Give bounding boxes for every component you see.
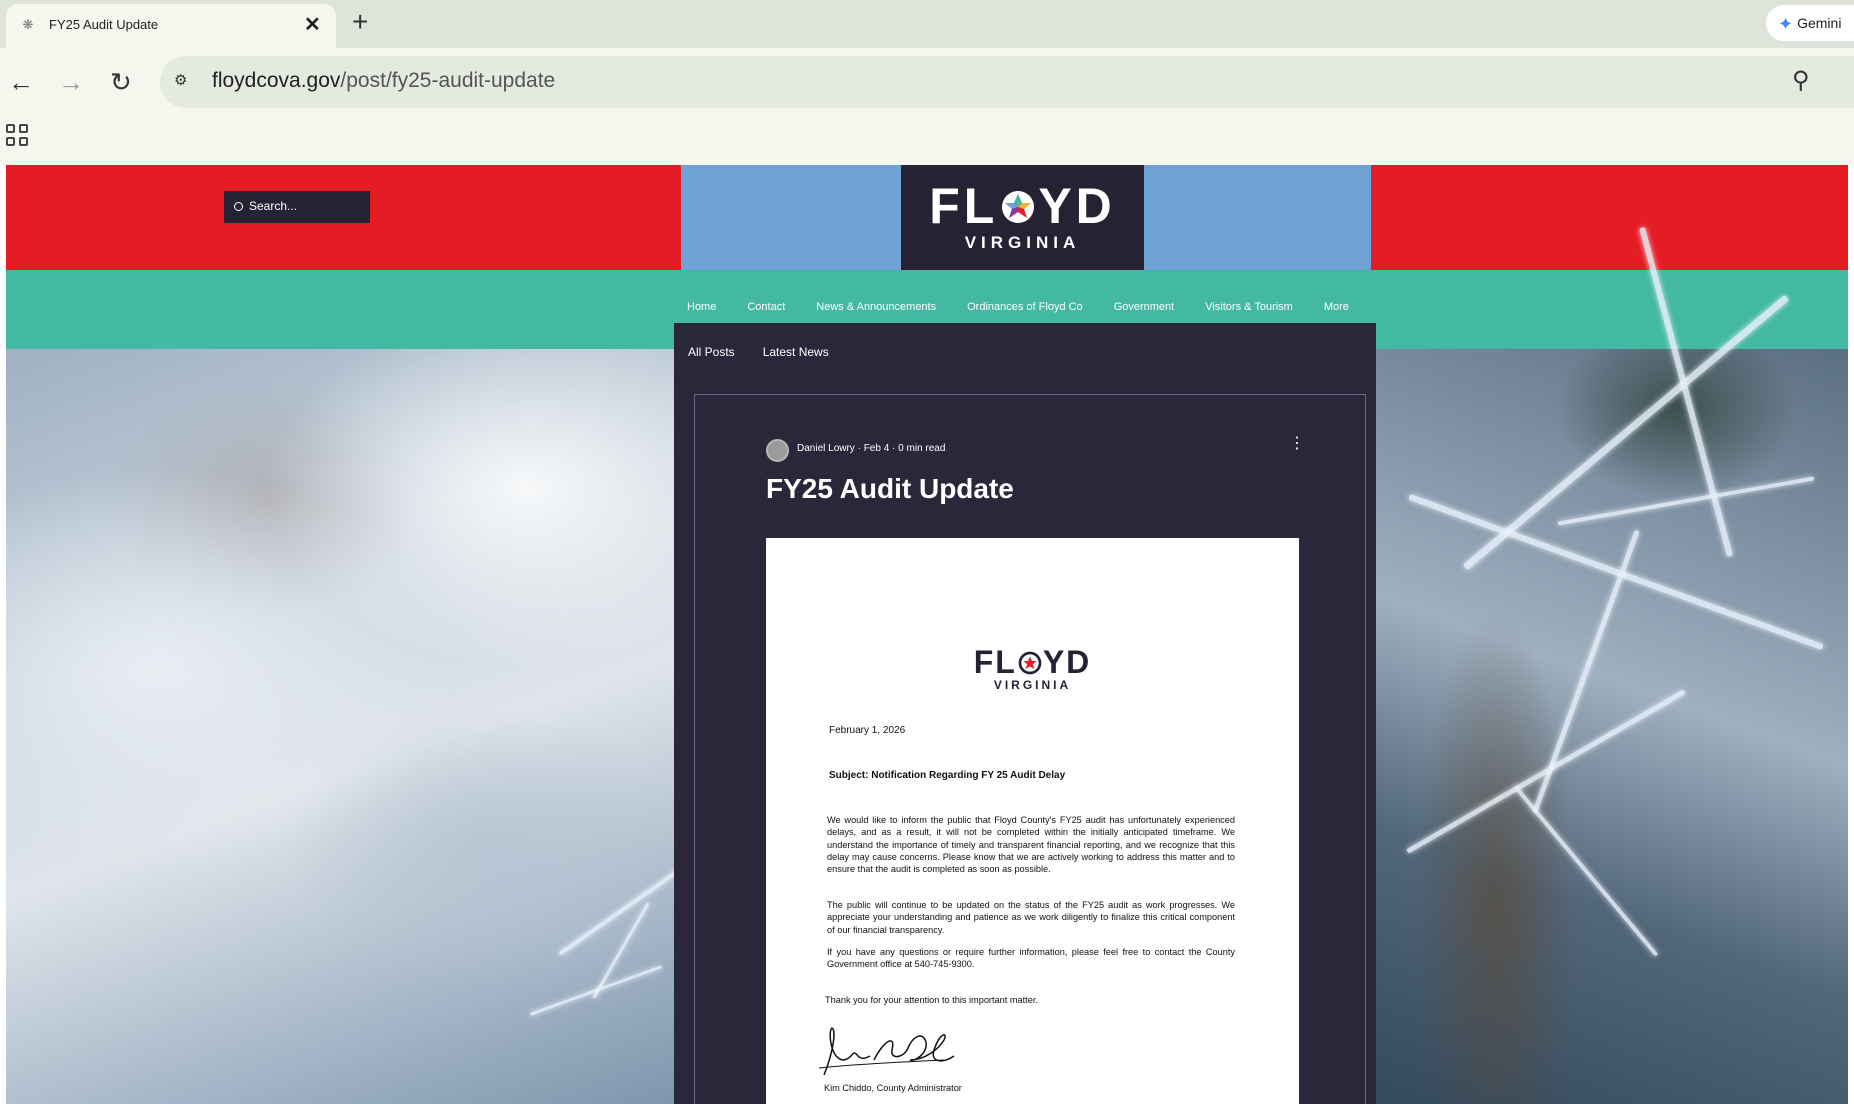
post-title: FY25 Audit Update xyxy=(766,473,1014,504)
logo-subtitle: VIRGINIA xyxy=(964,233,1081,252)
plus-icon[interactable]: + xyxy=(352,6,368,38)
nav-visitors[interactable]: Visitors & Tourism xyxy=(1205,301,1293,313)
post-meta: Daniel Lowry · Feb 4 · 0 min read xyxy=(797,443,946,454)
nav-news[interactable]: News & Announcements xyxy=(816,301,936,313)
letter-date: February 1, 2026 xyxy=(829,725,906,736)
logo-star-mark xyxy=(1002,191,1035,223)
letter-paragraph: We would like to inform the public that … xyxy=(827,815,1235,875)
letter-paragraph: If you have any questions or require fur… xyxy=(827,947,1235,970)
letter-logo-wordmark: FL YD xyxy=(766,646,1299,678)
apps-grid-icon[interactable] xyxy=(6,124,28,146)
logo-word-left: FL xyxy=(929,178,999,234)
letter-signer: Kim Chiddo, County Administrator xyxy=(824,1083,962,1093)
tab-strip: ❋ FY25 Audit Update ✕ + ✦ Gemini xyxy=(0,0,1854,48)
letter-subject: Subject: Notification Regarding FY 25 Au… xyxy=(829,770,1066,781)
browser-tab[interactable]: ❋ FY25 Audit Update ✕ xyxy=(6,4,336,48)
nav-menu: Home Contact News & Announcements Ordina… xyxy=(687,301,1349,313)
background-image-right xyxy=(1376,227,1848,1104)
website: Search... FL YD VIRGINIA Home Contact Ne… xyxy=(6,165,1848,1104)
blog-content-panel: All Posts Latest News Daniel Lowry · Feb… xyxy=(674,323,1376,1104)
letter-image[interactable]: FL YD VIRGINIA February 1, 2026 Subject:… xyxy=(766,538,1299,1104)
tab-title: FY25 Audit Update xyxy=(49,17,159,32)
letter-paragraph: The public will continue to be updated o… xyxy=(827,900,1235,935)
background-image-left xyxy=(6,349,684,1104)
post-card: Daniel Lowry · Feb 4 · 0 min read ⋮ FY25… xyxy=(694,394,1366,1104)
blog-subnav: All Posts Latest News xyxy=(688,345,829,359)
browser-toolbar: ← → ↻ ⚙ floydcova.gov/post/fy25-audit-up… xyxy=(0,48,1854,116)
nav-contact[interactable]: Contact xyxy=(747,301,785,313)
reload-icon[interactable]: ↻ xyxy=(110,68,132,96)
avatar[interactable] xyxy=(766,439,789,462)
letter-logo-star-mark xyxy=(1018,651,1042,675)
letter-logo-right: YD xyxy=(1042,644,1092,680)
nav-ordinances[interactable]: Ordinances of Floyd Co xyxy=(967,301,1083,313)
address-bar[interactable]: ⚙ floydcova.gov/post/fy25-audit-update ⚲ xyxy=(160,56,1854,108)
more-vertical-icon[interactable]: ⋮ xyxy=(1289,435,1305,453)
url-path: /post/fy25-audit-update xyxy=(340,69,556,92)
header-right-band xyxy=(1371,165,1848,270)
globe-icon: ❋ xyxy=(22,17,34,32)
nav-home[interactable]: Home xyxy=(687,301,716,313)
header-left-band: Search... xyxy=(6,165,681,270)
forward-arrow-icon[interactable]: → xyxy=(58,68,84,96)
subnav-all-posts[interactable]: All Posts xyxy=(688,345,735,359)
close-icon[interactable]: ✕ xyxy=(304,12,321,38)
back-arrow-icon[interactable]: ← xyxy=(8,68,34,96)
letter-logo-left: FL xyxy=(973,644,1017,680)
floyd-logo[interactable]: FL YD VIRGINIA xyxy=(901,165,1144,270)
url-text[interactable]: floydcova.gov/post/fy25-audit-update xyxy=(212,69,555,93)
nav-government[interactable]: Government xyxy=(1114,301,1175,313)
gemini-icon: ✦ xyxy=(1778,14,1794,34)
logo-word-right: YD xyxy=(1038,178,1116,234)
subnav-latest-news[interactable]: Latest News xyxy=(763,345,829,359)
gemini-label: Gemini xyxy=(1797,15,1842,31)
search-input[interactable]: Search... xyxy=(224,191,370,223)
bookmarks-bar xyxy=(0,116,1854,165)
zoom-icon[interactable]: ⚲ xyxy=(1792,66,1810,95)
url-domain: floydcova.gov xyxy=(212,69,341,92)
search-placeholder: Search... xyxy=(249,199,298,213)
site-settings-icon[interactable]: ⚙ xyxy=(174,70,196,92)
logo-wordmark: FL YD xyxy=(901,181,1144,231)
browser-chrome: ❋ FY25 Audit Update ✕ + ✦ Gemini ← → ↻ ⚙ … xyxy=(0,0,1854,165)
letter-closing: Thank you for your attention to this imp… xyxy=(825,995,1038,1005)
letter-logo: FL YD VIRGINIA xyxy=(766,646,1299,692)
gemini-button[interactable]: ✦ Gemini xyxy=(1766,5,1854,41)
letter-logo-subtitle: VIRGINIA xyxy=(993,678,1072,692)
nav-more[interactable]: More xyxy=(1324,301,1349,313)
signature xyxy=(818,1027,955,1076)
search-icon xyxy=(234,202,243,211)
